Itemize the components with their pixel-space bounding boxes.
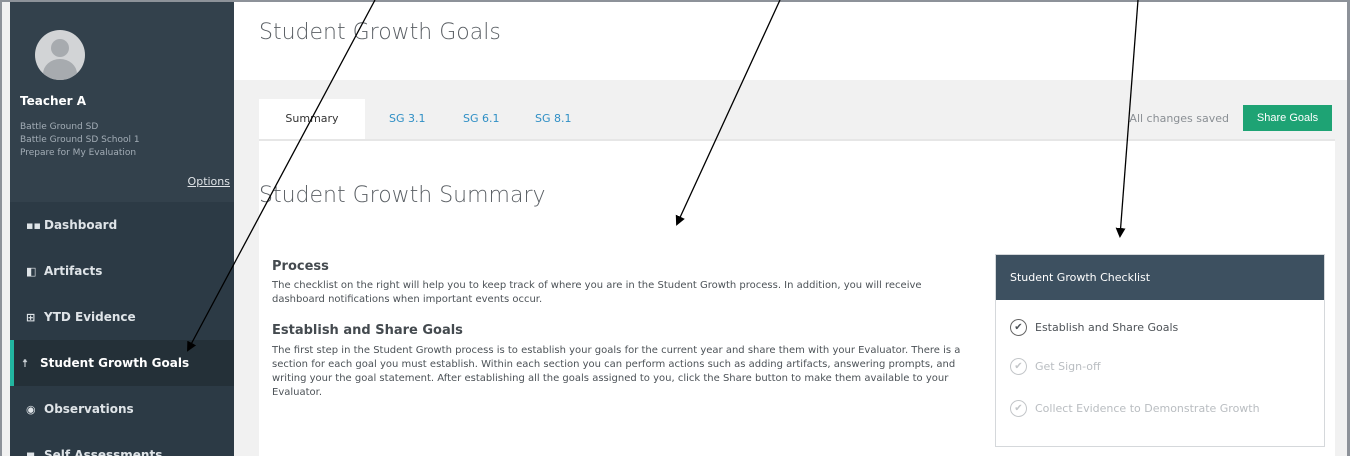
school-name: Battle Ground SD School 1 <box>20 135 140 145</box>
sidebar-item-label: Student Growth Goals <box>40 356 190 370</box>
checkmark-circle-icon: ✔ <box>1010 319 1027 336</box>
sidebar-item-self-assessments[interactable]: ◼ Self Assessments <box>10 432 234 456</box>
student-growth-checklist: Student Growth Checklist ✔ Establish and… <box>995 254 1325 447</box>
options-link[interactable]: Options <box>188 175 230 188</box>
establish-heading: Establish and Share Goals <box>272 323 463 338</box>
artifacts-icon: ◧ <box>26 264 37 278</box>
tab-bar: Summary SG 3.1 SG 6.1 SG 8.1 All changes… <box>259 99 1335 139</box>
avatar <box>35 30 85 80</box>
sidebar: Teacher A Battle Ground SD Battle Ground… <box>10 2 234 456</box>
share-goals-button[interactable]: Share Goals <box>1243 105 1332 131</box>
tab-sg-8-1[interactable]: SG 8.1 <box>535 99 572 139</box>
student-growth-icon: ☨ <box>22 356 28 370</box>
checklist-item-label: Collect Evidence to Demonstrate Growth <box>1035 402 1260 415</box>
sidebar-item-label: Self Assessments <box>44 448 163 456</box>
evaluation-context: Prepare for My Evaluation <box>20 148 137 158</box>
checklist-item-label: Get Sign-off <box>1035 360 1101 373</box>
page-title: Student Growth Goals <box>259 20 501 45</box>
checklist-item-establish: ✔ Establish and Share Goals <box>1010 319 1178 336</box>
profile-panel: Teacher A Battle Ground SD Battle Ground… <box>10 2 234 202</box>
avatar-head <box>51 39 69 57</box>
establish-text: The first step in the Student Growth pro… <box>272 345 961 398</box>
checklist-item-collect-evidence: ✔ Collect Evidence to Demonstrate Growth <box>1010 400 1260 417</box>
process-heading: Process <box>272 259 329 274</box>
sidebar-item-observations[interactable]: ◉ Observations <box>10 386 234 432</box>
tab-summary[interactable]: Summary <box>259 99 365 139</box>
tab-sg-6-1[interactable]: SG 6.1 <box>463 99 500 139</box>
summary-title: Student Growth Summary <box>259 183 546 208</box>
avatar-body <box>43 59 77 80</box>
sidebar-item-label: Dashboard <box>44 218 118 232</box>
teacher-name: Teacher A <box>20 94 87 108</box>
checklist-header: Student Growth Checklist <box>996 255 1324 300</box>
process-text: The checklist on the right will help you… <box>272 280 922 305</box>
sidebar-item-artifacts[interactable]: ◧ Artifacts <box>10 248 234 294</box>
tab-sg-3-1[interactable]: SG 3.1 <box>389 99 426 139</box>
district-name: Battle Ground SD <box>20 122 99 132</box>
sidebar-item-label: Observations <box>44 402 134 416</box>
self-assessment-icon: ◼ <box>26 448 36 456</box>
checklist-item-sign-off: ✔ Get Sign-off <box>1010 358 1101 375</box>
sidebar-nav: ▪▪ Dashboard ◧ Artifacts ⊞ YTD Evidence … <box>10 202 234 456</box>
sidebar-item-ytd-evidence[interactable]: ⊞ YTD Evidence <box>10 294 234 340</box>
dashboard-icon: ▪▪ <box>26 218 41 232</box>
app-window: Teacher A Battle Ground SD Battle Ground… <box>0 0 1350 456</box>
table-icon: ⊞ <box>26 310 36 324</box>
sidebar-item-label: YTD Evidence <box>44 310 136 324</box>
eye-icon: ◉ <box>26 402 36 416</box>
checklist-item-label: Establish and Share Goals <box>1035 321 1179 334</box>
checkmark-circle-icon: ✔ <box>1010 400 1027 417</box>
sidebar-item-dashboard[interactable]: ▪▪ Dashboard <box>10 202 234 248</box>
sidebar-item-student-growth-goals[interactable]: ☨ Student Growth Goals <box>10 340 234 386</box>
save-status: All changes saved <box>1129 112 1229 125</box>
summary-panel: Student Growth Summary Process The check… <box>259 139 1335 456</box>
sidebar-item-label: Artifacts <box>44 264 103 278</box>
page-header: Student Growth Goals <box>234 2 1347 80</box>
checkmark-circle-icon: ✔ <box>1010 358 1027 375</box>
